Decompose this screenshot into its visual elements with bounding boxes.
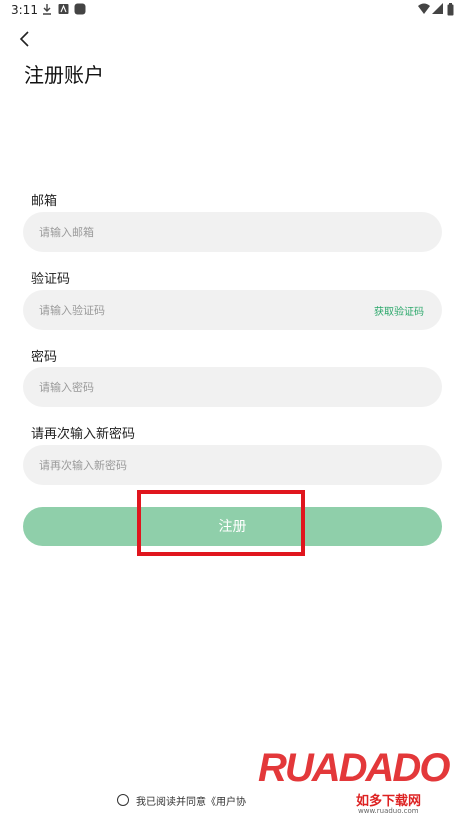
app-notification-icon <box>74 3 86 15</box>
page-title: 注册账户 <box>24 63 104 87</box>
password-label: 密码 <box>31 350 58 365</box>
watermark-logo-text: RUADADO <box>258 746 450 790</box>
download-icon <box>43 4 51 15</box>
confirm-password-field[interactable] <box>23 445 442 485</box>
get-code-button[interactable]: 获取验证码 <box>374 303 424 318</box>
watermark-logo: RUADADO 如多下载网 www.ruaduo.com <box>258 746 458 816</box>
signal-icon <box>432 3 443 14</box>
confirm-password-label: 请再次输入新密码 <box>31 427 136 442</box>
confirm-password-input[interactable] <box>39 445 339 485</box>
font-icon <box>58 4 69 14</box>
agreement-text[interactable]: 我已阅读并同意《用户协 <box>136 793 246 808</box>
back-arrow-icon[interactable] <box>14 28 36 50</box>
highlight-annotation <box>137 490 305 556</box>
password-input[interactable] <box>39 367 339 407</box>
status-bar: 3:11 <box>0 0 465 22</box>
code-label: 验证码 <box>31 272 71 287</box>
wifi-icon <box>418 3 430 14</box>
watermark-url: www.ruaduo.com <box>358 807 419 815</box>
code-input[interactable] <box>39 290 339 330</box>
email-input[interactable] <box>39 212 339 252</box>
code-field[interactable]: 获取验证码 <box>23 290 442 330</box>
agreement-radio[interactable] <box>117 794 129 806</box>
email-label: 邮箱 <box>31 194 58 209</box>
battery-icon <box>447 3 454 16</box>
password-field[interactable] <box>23 367 442 407</box>
status-time: 3:11 <box>11 3 38 17</box>
email-field[interactable] <box>23 212 442 252</box>
